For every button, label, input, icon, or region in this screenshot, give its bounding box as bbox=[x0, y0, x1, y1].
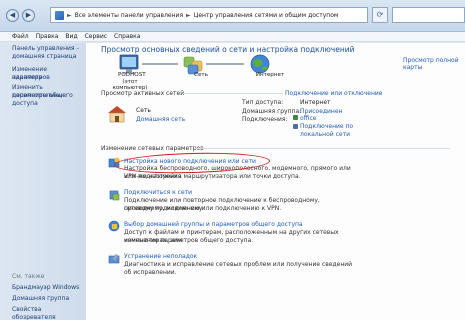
sidebar-link-cp-home[interactable]: Панель управления - bbox=[12, 45, 79, 53]
task-connect-desc-2: сетевому подключению или подключению к V… bbox=[124, 205, 282, 212]
breadcrumb-all-items[interactable]: Все элементы панели управления bbox=[75, 12, 183, 19]
connection-lan-2[interactable]: локальной сети bbox=[300, 131, 350, 138]
homegroup-value[interactable]: Присоединен bbox=[300, 108, 342, 115]
menu-bar: Файл Правка Вид Сервис Справка bbox=[0, 32, 465, 42]
sidebar-link-firewall[interactable]: Брандмауэр Windows bbox=[12, 284, 79, 292]
control-panel-icon bbox=[55, 10, 64, 20]
breadcrumb[interactable]: ► Все элементы панели управления ► Центр… bbox=[50, 7, 368, 23]
access-type-label: Тип доступа: bbox=[242, 99, 284, 106]
task-homegroup-desc-2: изменение параметров общего доступа. bbox=[124, 237, 254, 244]
full-map-link[interactable]: Просмотр полной карты bbox=[403, 57, 465, 71]
internet-globe-icon bbox=[250, 54, 270, 74]
active-networks-header: Просмотр активных сетей bbox=[101, 90, 185, 97]
address-bar: ◀ ▶ ► Все элементы панели управления ► Ц… bbox=[0, 0, 465, 32]
connection-lan[interactable]: Подключение по bbox=[300, 123, 353, 130]
lan-icon bbox=[293, 124, 298, 129]
troubleshoot-icon bbox=[108, 253, 120, 264]
breadcrumb-network-center[interactable]: Центр управления сетями и общим доступом bbox=[194, 12, 339, 19]
task-connect-link[interactable]: Подключиться к сети bbox=[124, 189, 192, 196]
forward-icon[interactable]: ▶ bbox=[22, 9, 35, 22]
see-also-header: См. также bbox=[12, 273, 45, 280]
wifi-icon bbox=[293, 115, 298, 120]
refresh-icon[interactable]: ⟳ bbox=[372, 7, 388, 23]
menu-view[interactable]: Вид bbox=[65, 33, 77, 40]
connection-office[interactable]: office bbox=[300, 115, 316, 122]
menu-file[interactable]: Файл bbox=[12, 33, 29, 40]
home-network-icon bbox=[108, 106, 126, 123]
menu-tools[interactable]: Сервис bbox=[85, 33, 107, 40]
sidebar: Панель управления - домашняя страница Из… bbox=[0, 43, 86, 320]
access-type-value: Интернет bbox=[300, 99, 331, 106]
homegroup-label: Домашняя группа: bbox=[242, 108, 302, 115]
connect-network-icon bbox=[109, 190, 120, 201]
menu-help[interactable]: Справка bbox=[114, 33, 140, 40]
sidebar-link-homegroup[interactable]: Домашняя группа bbox=[12, 295, 69, 303]
connect-disconnect-link[interactable]: Подключение или отключение bbox=[285, 90, 382, 97]
map-internet-label: Интернет bbox=[255, 72, 285, 78]
homegroup-icon bbox=[108, 220, 120, 232]
map-network-label: Сеть bbox=[194, 72, 208, 78]
change-settings-header: Изменение сетевых параметров bbox=[101, 145, 204, 152]
task-homegroup-link[interactable]: Выбор домашней группы и параметров общег… bbox=[124, 221, 303, 228]
sidebar-link-cp-home-2[interactable]: домашняя страница bbox=[12, 53, 76, 61]
menu-edit[interactable]: Правка bbox=[36, 33, 59, 40]
back-icon[interactable]: ◀ bbox=[6, 9, 19, 22]
task-new-connection-desc-2: или же настройка маршрутизатора или точк… bbox=[124, 173, 301, 180]
map-computer-label: PODHOST bbox=[118, 72, 146, 78]
sidebar-link-adapter-2[interactable]: адаптера bbox=[12, 74, 42, 82]
task-troubleshoot-desc: Диагностика и исправление сетевых пробле… bbox=[124, 261, 353, 276]
sidebar-link-sharing-2[interactable]: параметры общего доступа bbox=[12, 92, 86, 108]
search-input[interactable] bbox=[392, 7, 465, 23]
network-name: Сеть bbox=[136, 107, 151, 114]
task-troubleshoot-link[interactable]: Устранение неполадок bbox=[124, 253, 197, 260]
network-type-link[interactable]: Домашняя сеть bbox=[136, 116, 185, 123]
connections-label: Подключения: bbox=[242, 116, 288, 123]
sidebar-link-internet-options[interactable]: Свойства обозревателя bbox=[12, 306, 86, 320]
